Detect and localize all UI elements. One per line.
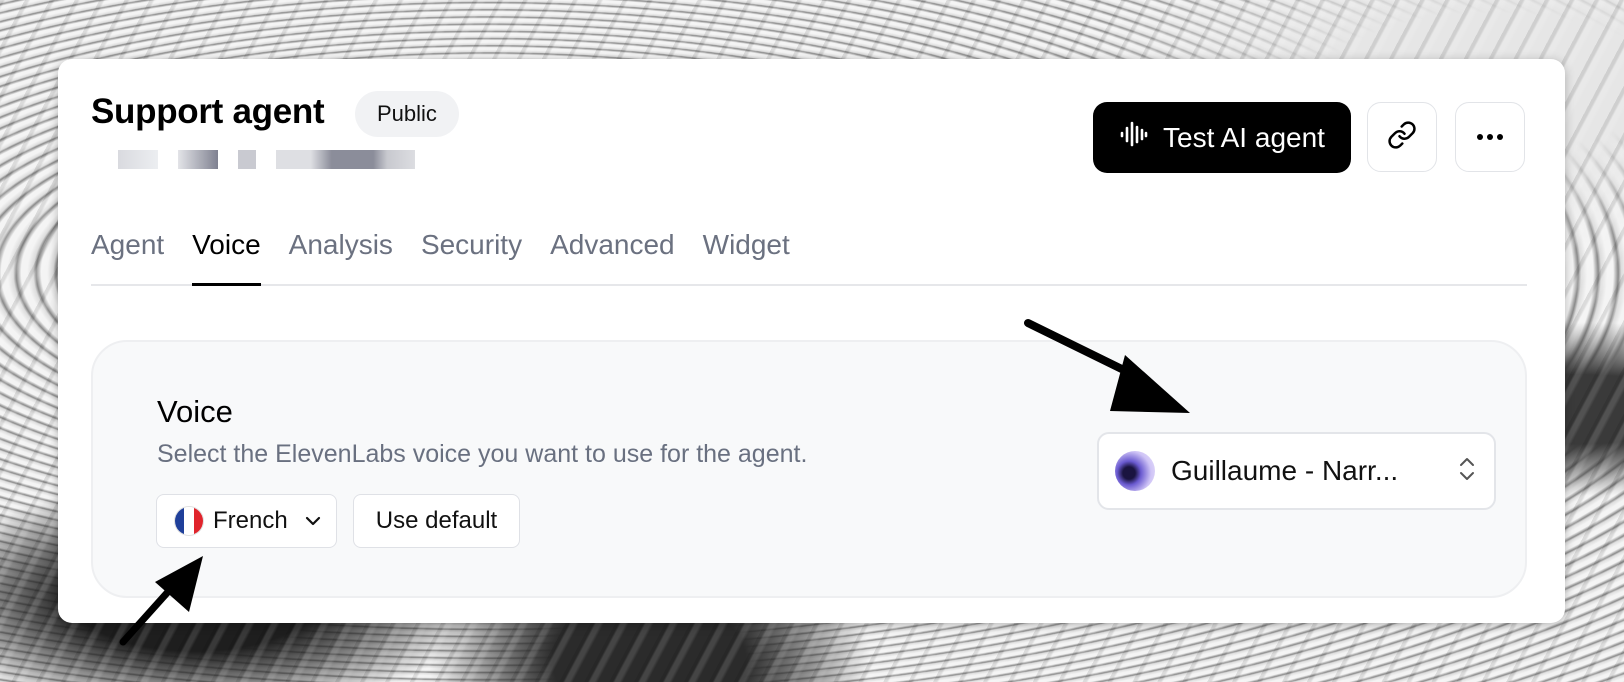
voice-section-title: Voice	[157, 394, 233, 429]
tab-widget[interactable]: Widget	[703, 227, 790, 284]
agent-id-redacted	[118, 150, 415, 169]
voice-select-value: Guillaume - Narr...	[1171, 455, 1399, 486]
visibility-badge: Public	[355, 91, 459, 137]
voice-settings-panel: Voice Select the ElevenLabs voice you wa…	[91, 340, 1527, 598]
annotation-arrow-to-language-select	[119, 556, 203, 646]
page-title: Support agent	[91, 92, 325, 131]
annotation-arrow-to-voice-select	[1024, 319, 1190, 413]
language-select[interactable]: French	[156, 494, 337, 548]
audio-waveform-icon	[1119, 119, 1149, 156]
test-ai-agent-label: Test AI agent	[1163, 121, 1325, 153]
language-label: French	[213, 507, 288, 534]
voice-section-description: Select the ElevenLabs voice you want to …	[157, 440, 808, 468]
agent-tabs: Agent Voice Analysis Security Advanced W…	[91, 227, 1527, 286]
tab-agent[interactable]: Agent	[91, 227, 164, 284]
copy-link-button[interactable]	[1367, 102, 1437, 172]
tab-advanced[interactable]: Advanced	[550, 227, 675, 284]
use-default-button[interactable]: Use default	[353, 494, 520, 548]
link-icon	[1387, 120, 1417, 155]
chevron-up-down-icon	[1458, 456, 1476, 487]
chevron-down-icon	[304, 515, 322, 527]
tab-analysis[interactable]: Analysis	[289, 227, 393, 284]
test-ai-agent-button[interactable]: Test AI agent	[1093, 102, 1351, 173]
more-options-button[interactable]	[1455, 102, 1525, 172]
tab-security[interactable]: Security	[421, 227, 522, 284]
more-horizontal-icon	[1476, 128, 1504, 146]
france-flag-icon	[175, 507, 203, 535]
agent-card: Support agent Public Test AI agent Agent…	[58, 59, 1565, 623]
voice-avatar	[1115, 451, 1155, 491]
voice-select[interactable]: Guillaume - Narr...	[1097, 432, 1496, 510]
tab-voice[interactable]: Voice	[192, 227, 261, 286]
